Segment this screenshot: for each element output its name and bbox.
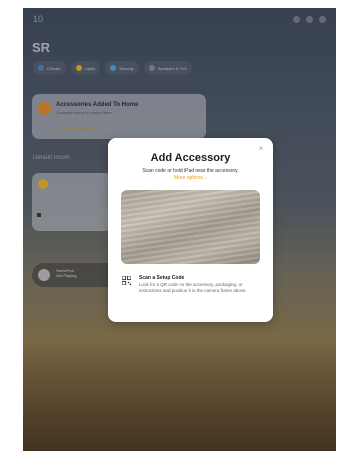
lock-icon [37, 213, 41, 217]
lock-icon [110, 65, 117, 71]
room-section-label: Default Room [33, 155, 70, 161]
home-title: SR [32, 40, 51, 55]
tv-icon [148, 65, 155, 71]
chip-lights[interactable]: Lights [70, 61, 101, 75]
home-icon [38, 102, 51, 115]
more-options-link[interactable]: More options... [108, 175, 273, 181]
now-playing-status: Not Playing [56, 273, 77, 278]
status-time: 10 [33, 14, 44, 24]
camera-viewfinder [121, 190, 260, 264]
chip-climate[interactable]: Climate [33, 61, 66, 75]
chip-label: Climate [47, 65, 61, 71]
wifi-icon [306, 16, 313, 23]
chip-label: Speakers & TVs [157, 65, 187, 71]
signal-icon [319, 16, 326, 23]
chip-label: Lights [84, 65, 96, 71]
homepod-icon [38, 269, 50, 281]
add-accessory-dialog: × Add Accessory Scan code or hold iPad n… [108, 138, 273, 322]
scan-code-title: Scan a Setup Code [139, 275, 185, 281]
chip-speakers[interactable]: Speakers & TVs [143, 61, 192, 75]
lightbulb-icon [38, 179, 48, 189]
thermometer-icon [38, 65, 44, 71]
scan-code-instructions: Look for a QR code on the accessory, pac… [139, 282, 247, 293]
add-favourites-link[interactable]: Add to Favourites [62, 126, 93, 131]
lightbulb-icon [75, 65, 82, 71]
chip-label: Security [119, 65, 134, 71]
battery-icon [293, 16, 300, 23]
accessories-added-card[interactable]: Accessories Added To Home Complete setup… [32, 94, 206, 139]
dialog-subtitle: Scan code or hold iPad near the accessor… [142, 168, 239, 174]
card-subtitle: Complete setup to control them. [56, 110, 113, 115]
qr-code-icon [122, 276, 131, 285]
accessory-tile[interactable] [32, 173, 112, 231]
status-icons [293, 16, 326, 23]
card-title: Accessories Added To Home [56, 102, 139, 108]
dialog-title: Add Accessory [150, 152, 231, 164]
category-chips: Climate Lights Security Speakers & TVs [33, 61, 192, 75]
chip-security[interactable]: Security [105, 61, 139, 75]
